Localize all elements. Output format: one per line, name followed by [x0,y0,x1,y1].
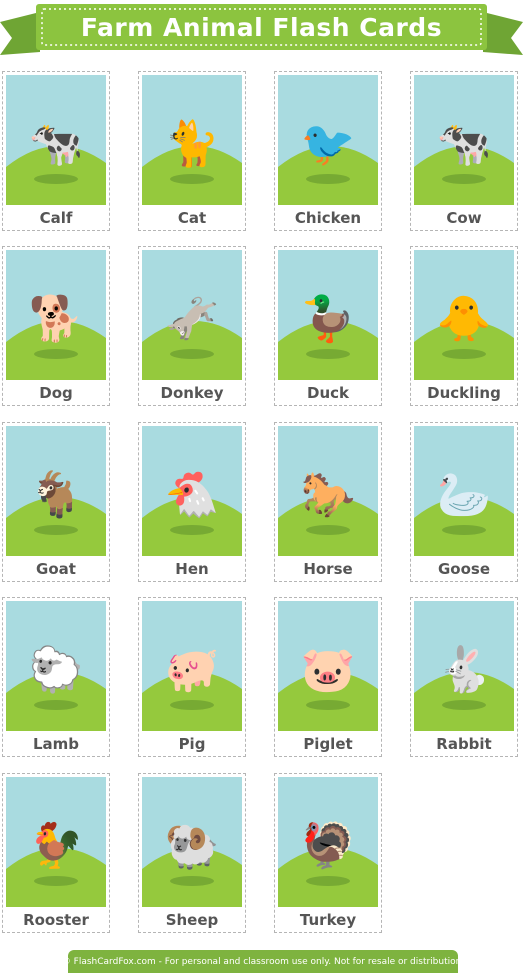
flash-card-cow: 🐄 Cow [410,71,518,231]
card-picture: 🦢 [414,426,514,556]
flash-card-horse: 🐎 Horse [274,422,382,582]
goose-icon: 🦢 [436,469,492,521]
turkey-icon: 🦃 [300,820,356,872]
card-label: Dog [39,384,73,402]
card-label: Piglet [303,735,353,753]
card-label: Calf [39,209,73,227]
card-picture: 🐄 [6,75,106,205]
card-picture: 🫏 [142,250,242,380]
flash-card-donkey: 🫏 Donkey [138,246,246,406]
card-picture: 🐑 [6,601,106,731]
flash-card-hen: 🐔 Hen [138,422,246,582]
calf-icon: 🐄 [28,118,84,170]
card-label: Chicken [294,209,362,227]
flash-card-piglet: 🐷 Piglet [274,597,382,757]
card-picture: 🐦 [278,75,378,205]
flash-card-rooster: 🐓 Rooster [2,773,110,933]
flash-card-dog: 🐕 Dog [2,246,110,406]
chicken-icon: 🐦 [300,118,356,170]
dog-icon: 🐕 [28,293,84,345]
card-label: Hen [175,560,209,578]
flash-card-chicken: 🐦 Chicken [274,71,382,231]
card-picture: 🐇 [414,601,514,731]
card-label: Goose [437,560,491,578]
hen-icon: 🐔 [164,469,220,521]
goat-icon: 🐐 [28,469,84,521]
flash-card-turkey: 🦃 Turkey [274,773,382,933]
flash-card-calf: 🐄 Calf [2,71,110,231]
card-label: Rooster [23,911,89,929]
page-title: Farm Animal Flash Cards [80,12,443,42]
card-picture: 🐏 [142,777,242,907]
flash-card-sheep: 🐏 Sheep [138,773,246,933]
card-label: Pig [178,735,206,753]
footer-copyright: © FlashCardFox.com - For personal and cl… [62,950,464,973]
card-picture: 🐷 [278,601,378,731]
horse-icon: 🐎 [300,469,356,521]
card-label: Cat [177,209,207,227]
cat-icon: 🐈 [164,118,220,170]
card-label: Sheep [165,911,219,929]
flash-card-duckling: 🐥 Duckling [410,246,518,406]
card-picture: 🐈 [142,75,242,205]
pig-icon: 🐖 [164,644,220,696]
card-label: Goat [36,560,76,578]
card-label: Cow [446,209,482,227]
card-label: Duck [307,384,349,402]
duckling-icon: 🐥 [436,293,492,345]
donkey-icon: 🫏 [164,293,220,345]
card-picture: 🐔 [142,426,242,556]
card-picture: 🐎 [278,426,378,556]
card-picture: 🐓 [6,777,106,907]
flash-card-cat: 🐈 Cat [138,71,246,231]
card-label: Donkey [160,384,224,402]
rabbit-icon: 🐇 [436,644,492,696]
flash-card-goose: 🦢 Goose [410,422,518,582]
card-label: Rabbit [436,735,492,753]
card-picture: 🦃 [278,777,378,907]
card-label: Duckling [427,384,501,402]
duck-icon: 🦆 [300,293,356,345]
cow-icon: 🐄 [436,118,492,170]
flash-card-pig: 🐖 Pig [138,597,246,757]
flash-card-duck: 🦆 Duck [274,246,382,406]
card-picture: 🐐 [6,426,106,556]
card-picture: 🐕 [6,250,106,380]
piglet-icon: 🐷 [300,644,356,696]
sheep-icon: 🐏 [164,820,220,872]
card-picture: 🐥 [414,250,514,380]
card-label: Turkey [299,911,357,929]
flash-card-goat: 🐐 Goat [2,422,110,582]
card-picture: 🐄 [414,75,514,205]
lamb-icon: 🐑 [28,644,84,696]
card-label: Lamb [32,735,80,753]
card-picture: 🦆 [278,250,378,380]
flash-card-rabbit: 🐇 Rabbit [410,597,518,757]
card-label: Horse [303,560,353,578]
rooster-icon: 🐓 [28,820,84,872]
flash-card-lamb: 🐑 Lamb [2,597,110,757]
card-picture: 🐖 [142,601,242,731]
